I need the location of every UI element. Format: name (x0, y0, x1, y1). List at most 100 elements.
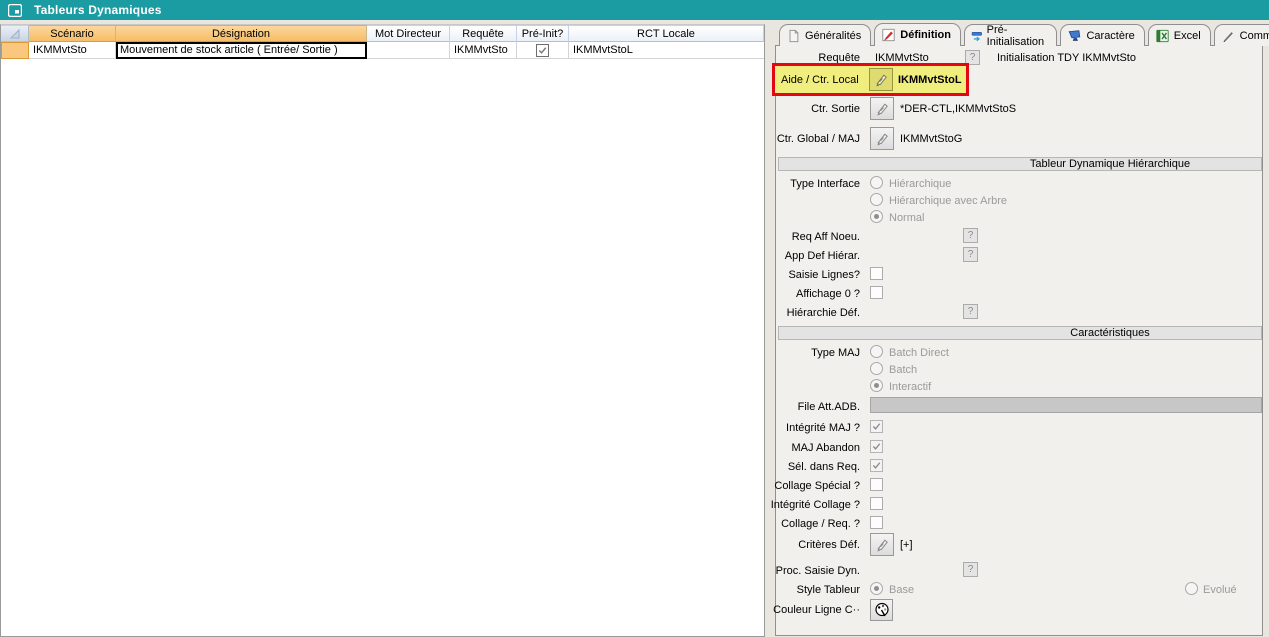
hierarchie-def-label: Hiérarchie Déf. (768, 307, 860, 320)
type-maj-label: Type MAJ (768, 347, 860, 360)
affichage-0-label: Affichage 0 ? (768, 288, 860, 301)
column-header-pre-init[interactable]: Pré-Init? (517, 25, 569, 42)
style-tableur-label: Style Tableur (768, 584, 860, 597)
collage-special-checkbox[interactable] (870, 478, 883, 491)
tab-label: Excel (1174, 30, 1201, 42)
file-att-adb-label: File Att.ADB. (768, 401, 860, 414)
type-interface-label: Type Interface (768, 178, 860, 191)
pre-init-checkbox[interactable] (536, 44, 549, 57)
tab-commentaire[interactable]: Commentaire (1214, 24, 1269, 46)
couleur-ligne-button[interactable] (870, 599, 893, 621)
cell-pre-init (517, 42, 569, 59)
hand-pointer-icon (875, 101, 890, 116)
integrite-maj-checkbox[interactable] (870, 420, 883, 433)
cell-mot-directeur[interactable] (367, 42, 450, 59)
radio-evolue-label: Evolué (1203, 584, 1237, 597)
column-header-designation[interactable]: Désignation (116, 25, 367, 42)
section-header-hierarchique: Tableur Dynamique Hiérarchique (778, 157, 1262, 171)
row-selector-cell[interactable] (1, 42, 29, 59)
column-header-requete[interactable]: Requête (450, 25, 517, 42)
red-pen-icon (881, 28, 896, 42)
sel-dans-req-checkbox[interactable] (870, 459, 883, 472)
check-icon (537, 45, 548, 56)
pencil-icon (1221, 29, 1236, 43)
criteres-def-extra: [+] (900, 539, 913, 552)
app-window: Tableurs Dynamiques Scénario Désignation… (0, 0, 1269, 637)
requete-info-text: Initialisation TDY IKMMvtSto (997, 52, 1136, 65)
file-att-adb-input[interactable] (870, 397, 1262, 413)
collage-req-label: Collage / Req. ? (768, 518, 860, 531)
req-aff-noeu-label: Req Aff Noeu. (768, 231, 860, 244)
radio-evolue[interactable] (1185, 582, 1198, 595)
check-icon (871, 460, 882, 471)
radio-batch-direct[interactable] (870, 345, 883, 358)
radio-hierarchique-avec-arbre[interactable] (870, 193, 883, 206)
check-icon (871, 441, 882, 452)
excel-icon (1155, 29, 1170, 43)
saisie-lignes-checkbox[interactable] (870, 267, 883, 280)
tab-excel[interactable]: Excel (1148, 24, 1211, 46)
tab-caractere[interactable]: Caractère (1060, 24, 1144, 46)
cell-requete[interactable]: IKMMvtSto (450, 42, 517, 59)
tab-generalites[interactable]: Généralités (779, 24, 871, 46)
couleur-ligne-label: Couleur Ligne C·· (768, 604, 860, 617)
radio-normal[interactable] (870, 210, 883, 223)
aide-ctr-local-highlight: Aide / Ctr. Local IKMMvtStoL (772, 63, 969, 96)
req-aff-noeu-help-button[interactable]: ? (963, 228, 978, 243)
radio-hierarchique-label: Hiérarchique (889, 178, 951, 191)
hand-pointer-icon (874, 72, 889, 87)
radio-hierarchique[interactable] (870, 176, 883, 189)
section-header-caracteristiques: Caractéristiques (778, 326, 1262, 340)
column-header-rct-locale[interactable]: RCT Locale (569, 25, 764, 42)
window-grid-icon (8, 4, 22, 17)
window-title: Tableurs Dynamiques (34, 3, 162, 17)
hand-pointer-icon (875, 537, 890, 552)
cell-designation-focused[interactable]: Mouvement de stock article ( Entrée/ Sor… (116, 42, 367, 59)
cell-rct-locale[interactable]: IKMMvtStoL (569, 42, 764, 59)
collage-req-checkbox[interactable] (870, 516, 883, 529)
tab-label: Pré-Initialisation (987, 24, 1048, 48)
radio-batch-direct-label: Batch Direct (889, 347, 949, 360)
proc-saisie-dyn-help-button[interactable]: ? (963, 562, 978, 577)
row-selector-header[interactable] (1, 25, 29, 42)
ctr-global-maj-value[interactable]: IKMMvtStoG (900, 133, 962, 146)
tab-definition[interactable]: Définition (874, 23, 961, 46)
ctr-sortie-action-button[interactable] (870, 97, 894, 120)
criteres-def-action-button[interactable] (870, 533, 894, 556)
table-header-row: Scénario Désignation Mot Directeur Requê… (1, 25, 764, 42)
cell-scenario[interactable]: IKMMvtSto (29, 42, 116, 59)
init-icon (971, 29, 983, 43)
tab-strip: Généralités Définition Pré-Initialisatio… (779, 24, 1269, 46)
scenario-table: Scénario Désignation Mot Directeur Requê… (0, 24, 765, 637)
integrite-collage-checkbox[interactable] (870, 497, 883, 510)
radio-interactif[interactable] (870, 379, 883, 392)
tab-pre-initialisation[interactable]: Pré-Initialisation (964, 24, 1057, 46)
hierarchie-def-help-button[interactable]: ? (963, 304, 978, 319)
radio-base[interactable] (870, 582, 883, 595)
column-header-mot-directeur[interactable]: Mot Directeur (367, 25, 450, 42)
aide-ctr-local-action-button[interactable] (869, 68, 893, 91)
proc-saisie-dyn-label: Proc. Saisie Dyn. (768, 565, 860, 578)
ctr-sortie-value[interactable]: *DER-CTL,IKMMvtStoS (900, 103, 1016, 116)
column-header-scenario[interactable]: Scénario (29, 25, 116, 42)
radio-base-label: Base (889, 584, 914, 597)
ctr-global-maj-label: Ctr. Global / MAJ (768, 133, 860, 146)
sel-dans-req-label: Sél. dans Req. (768, 461, 860, 474)
affichage-0-checkbox[interactable] (870, 286, 883, 299)
aide-ctr-local-label: Aide / Ctr. Local (781, 74, 867, 86)
check-icon (871, 421, 882, 432)
integrite-maj-label: Intégrité MAJ ? (768, 422, 860, 435)
saisie-lignes-label: Saisie Lignes? (768, 269, 860, 282)
radio-normal-label: Normal (889, 212, 924, 225)
aide-ctr-local-value[interactable]: IKMMvtStoL (898, 74, 962, 86)
palette-icon (874, 602, 890, 618)
radio-interactif-label: Interactif (889, 381, 931, 394)
radio-batch[interactable] (870, 362, 883, 375)
app-def-hierar-help-button[interactable]: ? (963, 247, 978, 262)
table-row: IKMMvtSto Mouvement de stock article ( E… (1, 42, 764, 59)
maj-abandon-label: MAJ Abandon (768, 442, 860, 455)
collage-special-label: Collage Spécial ? (768, 480, 860, 493)
ctr-global-maj-action-button[interactable] (870, 127, 894, 150)
maj-abandon-checkbox[interactable] (870, 440, 883, 453)
criteres-def-label: Critères Déf. (768, 539, 860, 552)
